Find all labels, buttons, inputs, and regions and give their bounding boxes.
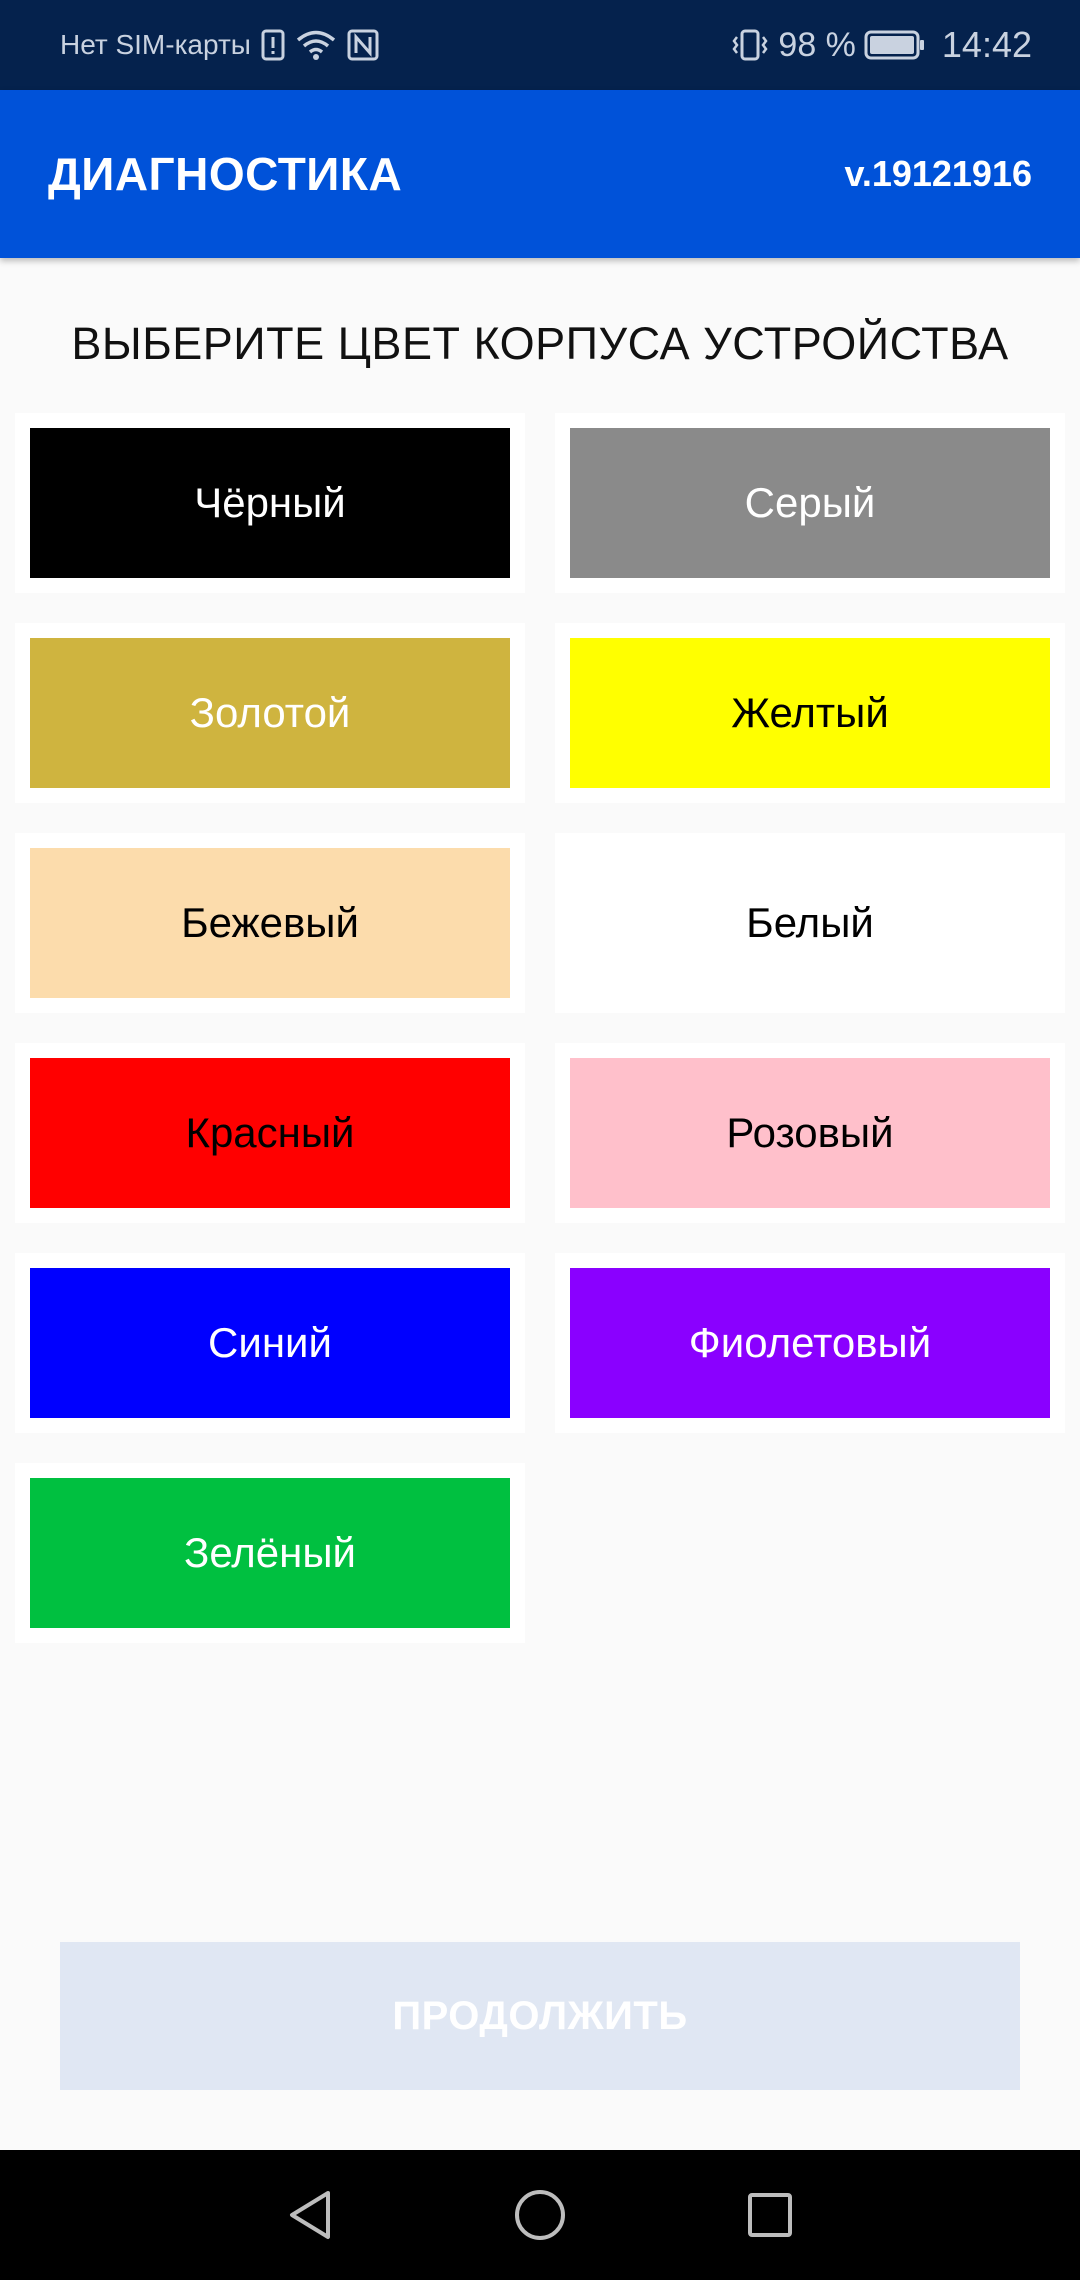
color-grid: Чёрный Серый Золотой Желтый Бежевый Белы… [15,413,1065,1643]
color-swatch: Фиолетовый [570,1268,1050,1418]
status-right: 98 % 14:42 [730,24,1032,66]
home-button[interactable] [510,2185,570,2245]
wifi-icon [295,29,337,61]
color-swatch: Синий [30,1268,510,1418]
color-option-pink[interactable]: Розовый [555,1043,1065,1223]
color-swatch: Серый [570,428,1050,578]
home-circle-icon [515,2190,565,2240]
color-option-blue[interactable]: Синий [15,1253,525,1433]
back-button[interactable] [280,2185,340,2245]
color-option-violet[interactable]: Фиолетовый [555,1253,1065,1433]
recents-button[interactable] [740,2185,800,2245]
color-option-green[interactable]: Зелёный [15,1463,525,1643]
color-label: Синий [208,1319,332,1366]
app-bar: ДИАГНОСТИКА v.19121916 [0,90,1080,258]
color-swatch: Зелёный [30,1478,510,1628]
color-option-gold[interactable]: Золотой [15,623,525,803]
color-swatch: Розовый [570,1058,1050,1208]
color-swatch: Красный [30,1058,510,1208]
color-swatch: Чёрный [30,428,510,578]
color-label: Чёрный [194,479,346,526]
color-option-yellow[interactable]: Желтый [555,623,1065,803]
color-label: Бежевый [181,899,359,946]
color-label: Зелёный [183,1529,357,1576]
color-label: Розовый [726,1109,894,1156]
color-option-beige[interactable]: Бежевый [15,833,525,1013]
color-option-white[interactable]: Белый [555,833,1065,1013]
color-option-black[interactable]: Чёрный [15,413,525,593]
color-option-gray[interactable]: Серый [555,413,1065,593]
color-swatch: Белый [570,848,1050,998]
color-label: Фиолетовый [688,1319,932,1366]
color-label: Золотой [189,689,351,736]
color-swatch: Бежевый [30,848,510,998]
color-label: Желтый [731,689,889,736]
color-label: Красный [185,1109,355,1156]
clock: 14:42 [941,24,1032,65]
color-label: Белый [746,899,874,946]
sim-alert-icon [261,29,285,61]
color-swatch: Желтый [570,638,1050,788]
app-title: ДИАГНОСТИКА [48,148,403,200]
color-swatch: Золотой [30,638,510,788]
app-version: v.19121916 [844,153,1032,194]
color-label: Серый [744,479,876,526]
battery-percent: 98 % [778,25,856,64]
color-option-red[interactable]: Красный [15,1043,525,1223]
back-triangle-icon [290,2191,330,2239]
continue-button[interactable]: ПРОДОЛЖИТЬ [60,1942,1020,2090]
nfc-icon [347,29,379,61]
vibrate-icon [730,28,770,62]
battery-icon [864,30,926,60]
status-left: Нет SIM-карты [60,29,379,61]
status-bar: Нет SIM-карты 98 % 14:42 [0,0,1080,90]
page-heading: ВЫБЕРИТЕ ЦВЕТ КОРПУСА УСТРОЙСТВА [71,318,1009,369]
carrier-text: Нет SIM-карты [60,29,251,60]
navigation-bar [0,2150,1080,2280]
recents-square-icon [748,2193,792,2237]
